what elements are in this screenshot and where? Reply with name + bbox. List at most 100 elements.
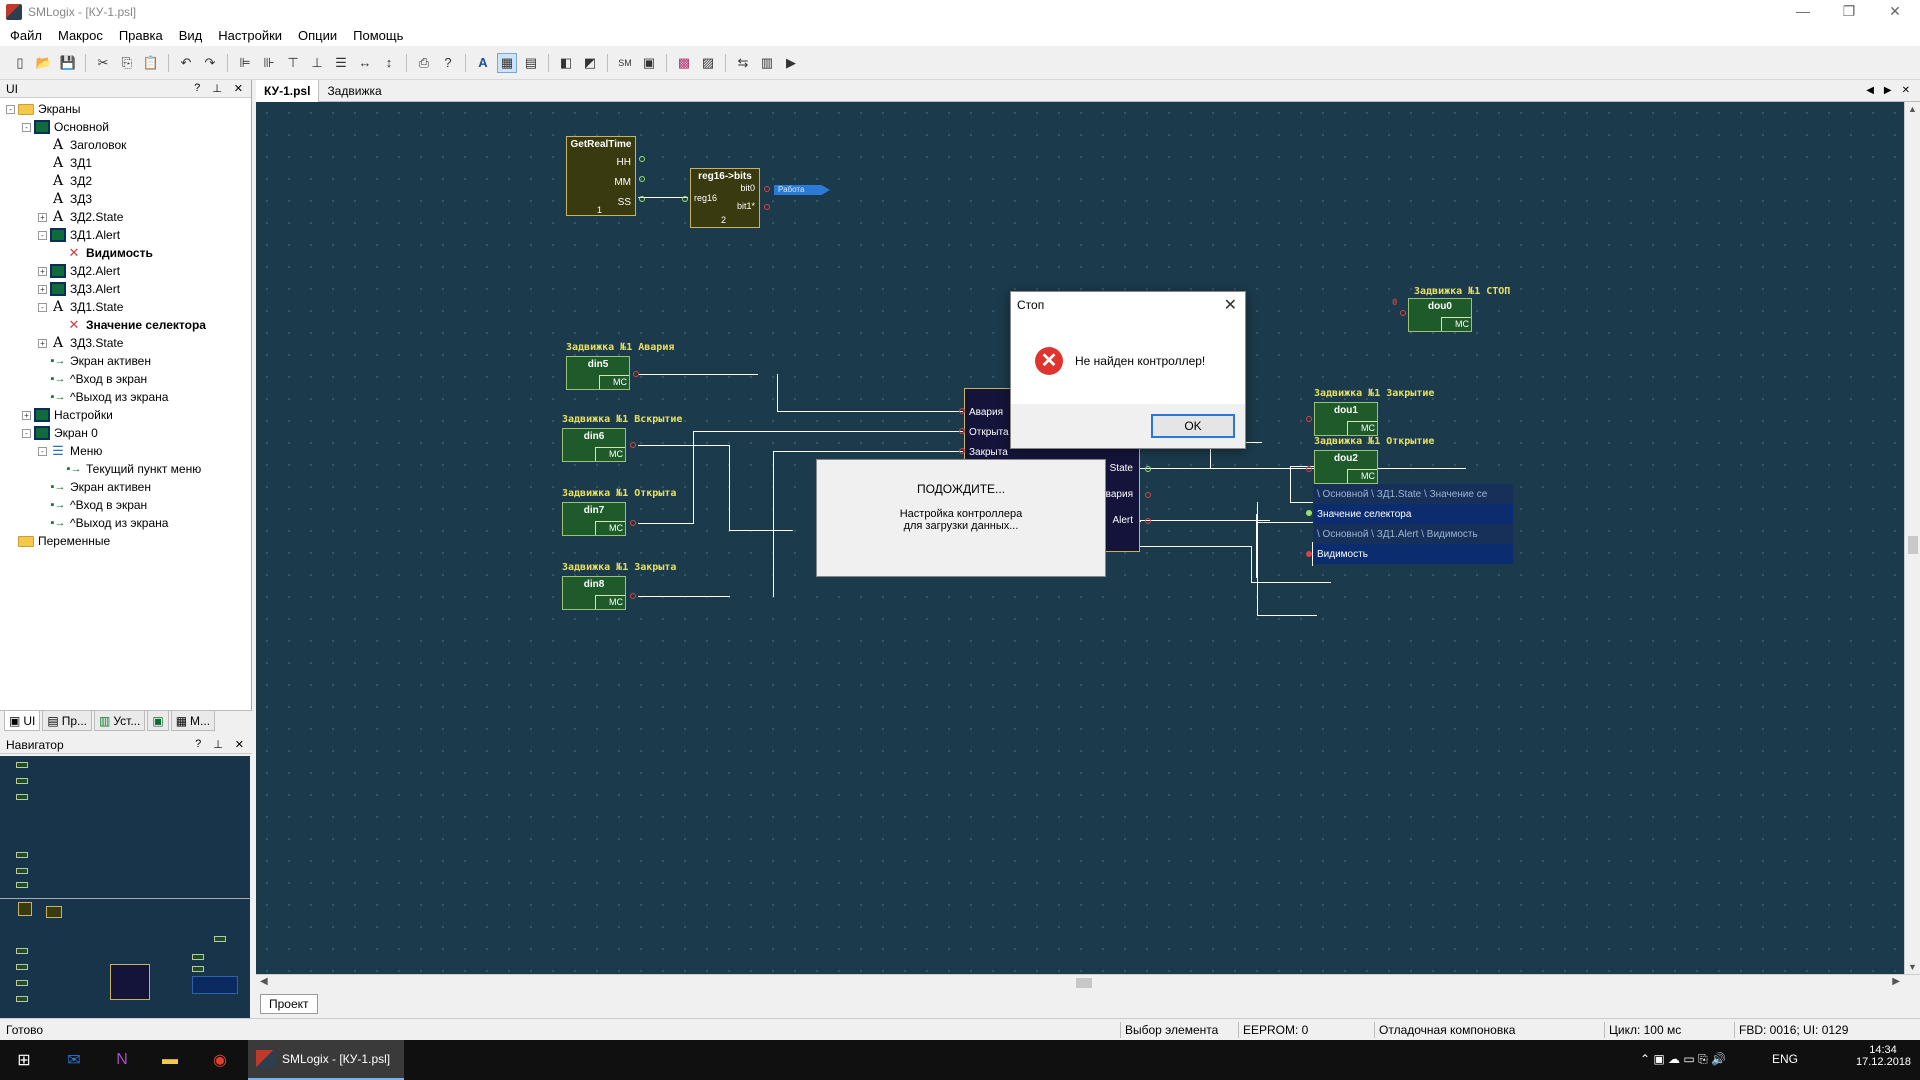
output-pin[interactable]: [639, 156, 645, 162]
navigator-minimap[interactable]: [0, 756, 250, 1028]
input-pin[interactable]: [959, 428, 965, 434]
output-pin[interactable]: [764, 204, 770, 210]
binding-value-visibility[interactable]: Видимость: [1313, 544, 1513, 564]
align-right-icon[interactable]: ⊪: [259, 53, 279, 73]
panel-help-icon[interactable]: ?: [194, 82, 200, 95]
open-icon[interactable]: 📂: [34, 53, 54, 73]
windows-start-icon[interactable]: ⊞: [4, 1044, 44, 1076]
tree-item[interactable]: A ЗД1: [0, 154, 250, 172]
menu-macro[interactable]: Макрос: [50, 28, 111, 43]
tab-devices[interactable]: ▥ Уст...: [94, 711, 146, 731]
print-icon[interactable]: ⎙: [414, 53, 434, 73]
explorer-icon[interactable]: ▬: [150, 1044, 190, 1076]
tree-item[interactable]: A Заголовок: [0, 136, 250, 154]
fbd-mode-icon[interactable]: ▦: [497, 52, 517, 73]
tree-item[interactable]: ▪→ ^Вход в экран: [0, 496, 250, 514]
close-button[interactable]: ✕: [1872, 0, 1918, 24]
collapse-icon[interactable]: -: [38, 230, 47, 240]
cut-icon[interactable]: ✂: [93, 53, 113, 73]
align-left-icon[interactable]: ⊫: [235, 53, 255, 73]
tab-project-bottom[interactable]: Проект: [260, 994, 318, 1014]
din5-block[interactable]: din5 MC: [566, 356, 630, 390]
expand-icon[interactable]: +: [38, 338, 47, 348]
chrome-icon[interactable]: ◉: [200, 1044, 240, 1076]
output-pin[interactable]: [639, 176, 645, 182]
menu-file[interactable]: Файл: [0, 28, 50, 43]
language-indicator[interactable]: ENG: [1772, 1052, 1798, 1066]
collapse-icon[interactable]: -: [38, 302, 47, 312]
din7-block[interactable]: din7 MC: [562, 502, 626, 536]
navigator-pin-icon[interactable]: ⊥: [213, 738, 223, 751]
ok-button[interactable]: OK: [1151, 414, 1235, 438]
output-pin[interactable]: [764, 186, 770, 192]
input-pin[interactable]: [959, 448, 965, 454]
ui-mode-icon[interactable]: ▤: [521, 53, 541, 73]
tree-item[interactable]: - Основной: [0, 118, 250, 136]
scroll-thumb[interactable]: [1908, 536, 1918, 554]
tab-prev-icon[interactable]: ◀: [1866, 85, 1874, 96]
build-icon[interactable]: ◩: [580, 53, 600, 73]
tab-ku1[interactable]: КУ-1.psl: [256, 79, 320, 102]
tree-item[interactable]: ✕ Видимость: [0, 244, 250, 262]
menu-help[interactable]: Помощь: [345, 28, 411, 43]
output-pin[interactable]: [630, 593, 636, 599]
collapse-icon[interactable]: -: [6, 104, 15, 114]
tab-close-icon[interactable]: ✕: [1902, 85, 1910, 96]
tree-item[interactable]: - ☰ Меню: [0, 442, 250, 460]
output-pin[interactable]: [1145, 492, 1151, 498]
align-bottom-icon[interactable]: ⊥: [307, 53, 327, 73]
input-pin[interactable]: [1306, 466, 1312, 472]
run-icon[interactable]: ▶: [781, 53, 801, 73]
dou1-block[interactable]: dou1 MC: [1314, 402, 1378, 436]
tree-item[interactable]: - A ЗД1.State: [0, 298, 250, 316]
binding-pin[interactable]: [1306, 551, 1312, 557]
tree-item[interactable]: A ЗД2: [0, 172, 250, 190]
output-pin[interactable]: [630, 442, 636, 448]
navigator-help-icon[interactable]: ?: [195, 738, 201, 751]
tab-screens[interactable]: ▣: [147, 711, 169, 731]
reg16-bits-block[interactable]: reg16->bits reg16 bit0 bit1* 2: [690, 168, 760, 228]
menu-options[interactable]: Опции: [290, 28, 345, 43]
output-pin[interactable]: [1145, 466, 1151, 472]
tray-icons[interactable]: ⌃ ▣ ☁ ▭ ⎘ 🔊: [1640, 1052, 1726, 1067]
tree-item[interactable]: + ЗД2.Alert: [0, 262, 250, 280]
space-vertical-icon[interactable]: ↕: [379, 53, 399, 73]
tree-item[interactable]: + A ЗД2.State: [0, 208, 250, 226]
debug-icon[interactable]: ▩: [674, 53, 694, 73]
tree-item[interactable]: ▪→ Экран активен: [0, 352, 250, 370]
text-tool-icon[interactable]: A: [473, 53, 493, 73]
scroll-left-icon[interactable]: ◀: [260, 976, 268, 987]
clock[interactable]: 14:34 17.12.2018: [1856, 1044, 1911, 1068]
tree-item[interactable]: + A ЗД3.State: [0, 334, 250, 352]
redo-icon[interactable]: ↷: [200, 53, 220, 73]
taskbar-active-app[interactable]: SMLogix - [КУ-1.psl]: [248, 1040, 404, 1080]
tree-item[interactable]: Переменные: [0, 532, 250, 550]
save-icon[interactable]: 💾: [58, 53, 78, 73]
connect-icon[interactable]: ⇆: [733, 53, 753, 73]
expand-icon[interactable]: +: [38, 284, 47, 294]
input-pin[interactable]: [1306, 416, 1312, 422]
copy-icon[interactable]: ⎘: [117, 53, 137, 73]
tree-item[interactable]: ✕ Значение селектора: [0, 316, 250, 334]
monitor-icon[interactable]: ▥: [757, 53, 777, 73]
collapse-icon[interactable]: -: [22, 428, 31, 438]
getrealtime-block[interactable]: GetRealTime HH MM SS 1: [566, 136, 636, 216]
din8-block[interactable]: din8 MC: [562, 576, 626, 610]
tree-item[interactable]: ▪→ ^Выход из экрана: [0, 514, 250, 532]
align-top-icon[interactable]: ⊤: [283, 53, 303, 73]
tree-item[interactable]: ▪→ Текущий пункт меню: [0, 460, 250, 478]
input-pin[interactable]: [959, 408, 965, 414]
tab-zadvizhka[interactable]: Задвижка: [319, 80, 389, 102]
outlook-icon[interactable]: ✉: [54, 1044, 94, 1076]
scroll-thumb[interactable]: [1076, 978, 1092, 988]
tab-ui[interactable]: ▣ UI: [4, 711, 41, 731]
dou0-block[interactable]: dou0 MC: [1408, 298, 1472, 332]
tree-item[interactable]: ▪→ ^Выход из экрана: [0, 388, 250, 406]
hardware-icon[interactable]: ▣: [639, 53, 659, 73]
collapse-icon[interactable]: -: [22, 122, 31, 132]
output-pin[interactable]: [1145, 518, 1151, 524]
input-pin[interactable]: [682, 196, 688, 202]
tab-project[interactable]: ▤ Пр...: [42, 711, 92, 731]
output-pin[interactable]: [633, 371, 639, 377]
output-tag-rabota[interactable]: Работа: [774, 185, 830, 195]
